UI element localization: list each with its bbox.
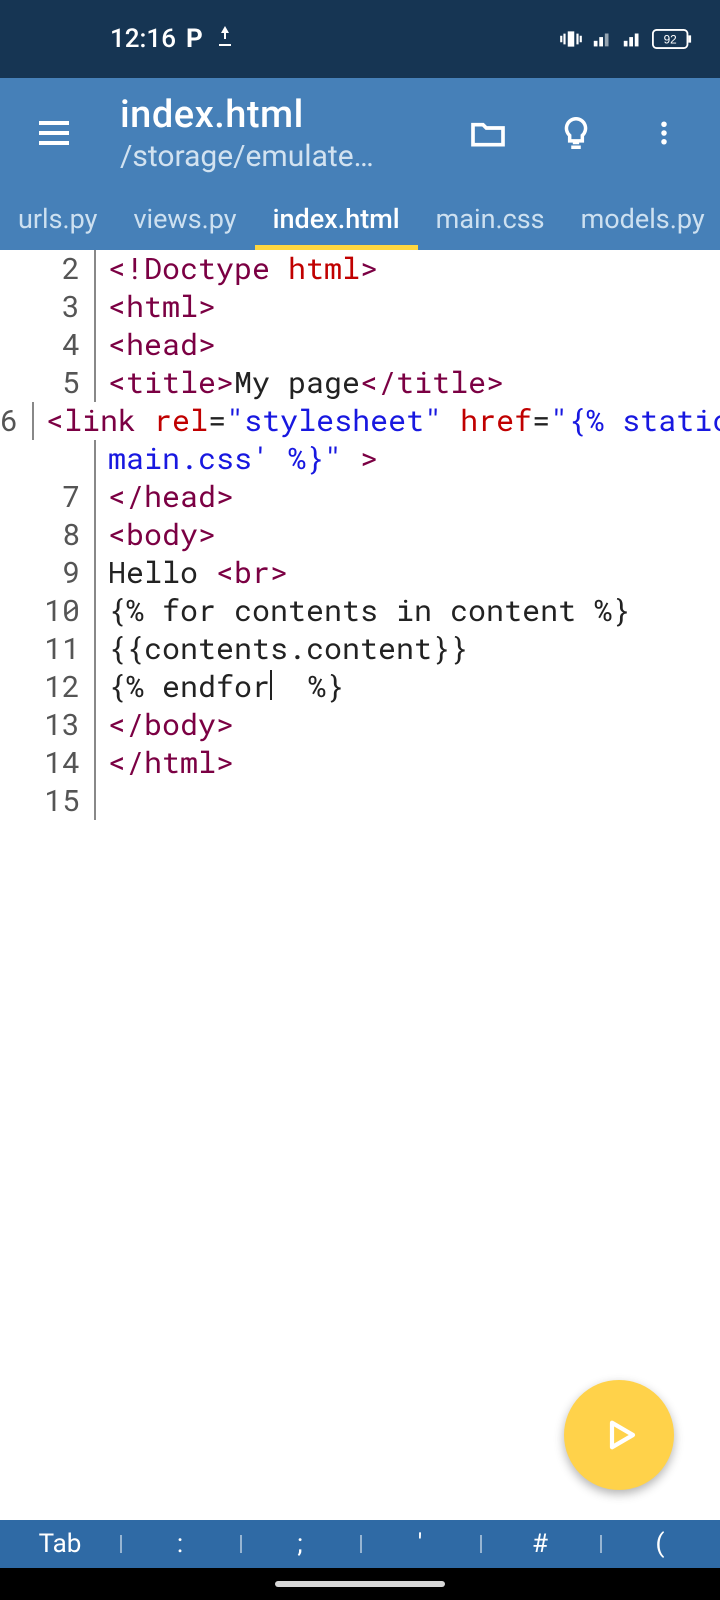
notif-icon: P: [186, 24, 203, 54]
battery-text: 92: [664, 33, 677, 47]
line-number: 9: [0, 554, 96, 592]
code-content[interactable]: [96, 782, 108, 820]
code-content[interactable]: <body>: [96, 516, 216, 554]
code-line[interactable]: 8<body>: [0, 516, 720, 554]
statusbar: 12:16 P 92: [0, 0, 720, 78]
code-line[interactable]: 2<!Doctype html>: [0, 250, 720, 288]
code-content[interactable]: <!Doctype html>: [96, 250, 378, 288]
line-number: 14: [0, 744, 96, 782]
line-number: 3: [0, 288, 96, 326]
tab-index-html[interactable]: index.html: [255, 188, 418, 250]
signal-icon-1: [592, 28, 614, 50]
line-number: 2: [0, 250, 96, 288]
more-button[interactable]: [640, 109, 688, 157]
line-number: 4: [0, 326, 96, 364]
code-content[interactable]: main.css' %}" >: [96, 440, 378, 478]
code-content[interactable]: </head>: [96, 478, 234, 516]
folder-button[interactable]: [464, 109, 512, 157]
line-number: [0, 440, 96, 478]
file-path: /storage/emulate…: [120, 139, 464, 174]
key-tab[interactable]: Tab: [0, 1529, 120, 1559]
symbol-keyrow: Tab:;'#(: [0, 1520, 720, 1568]
tab-views-py[interactable]: views.py: [115, 188, 254, 250]
line-number: 12: [0, 668, 96, 706]
code-line[interactable]: 9Hello <br>: [0, 554, 720, 592]
file-title: index.html: [120, 93, 464, 137]
code-line[interactable]: 3<html>: [0, 288, 720, 326]
code-line[interactable]: 5<title>My page</title>: [0, 364, 720, 402]
key-'[interactable]: ': [360, 1529, 480, 1559]
nav-pill[interactable]: [275, 1581, 445, 1587]
line-number: 11: [0, 630, 96, 668]
line-number: 5: [0, 364, 96, 402]
appbar-actions: [464, 109, 688, 157]
code-content[interactable]: {{contents.content}}: [96, 630, 468, 668]
bulb-button[interactable]: [552, 109, 600, 157]
tab-main-css[interactable]: main.css: [418, 188, 563, 250]
statusbar-left: 12:16 P: [110, 24, 237, 55]
line-number: 10: [0, 592, 96, 630]
line-number: 6: [0, 402, 34, 440]
code-content[interactable]: {% for contents in content %}: [96, 592, 630, 630]
code-content[interactable]: </body>: [96, 706, 234, 744]
code-line[interactable]: main.css' %}" >: [0, 440, 720, 478]
appbar: index.html /storage/emulate…: [0, 78, 720, 188]
code-line[interactable]: 7</head>: [0, 478, 720, 516]
line-number: 7: [0, 478, 96, 516]
line-number: 8: [0, 516, 96, 554]
key-#[interactable]: #: [480, 1529, 600, 1559]
code-line[interactable]: 14</html>: [0, 744, 720, 782]
battery-icon: 92: [652, 29, 692, 49]
signal-icon-2: [622, 28, 644, 50]
key-:[interactable]: :: [120, 1529, 240, 1559]
menu-button[interactable]: [24, 103, 84, 163]
line-number: 13: [0, 706, 96, 744]
clock: 12:16: [110, 24, 176, 54]
run-button[interactable]: [564, 1380, 674, 1490]
code-line[interactable]: 4<head>: [0, 326, 720, 364]
code-line[interactable]: 10{% for contents in content %}: [0, 592, 720, 630]
code-editor[interactable]: 2<!Doctype html>3<html>4<head>5<title>My…: [0, 250, 720, 1520]
code-line[interactable]: 15: [0, 782, 720, 820]
line-number: 15: [0, 782, 96, 820]
code-content[interactable]: <html>: [96, 288, 216, 326]
key-([interactable]: (: [600, 1529, 720, 1559]
vibrate-icon: [558, 26, 584, 52]
code-content[interactable]: <title>My page</title>: [96, 364, 504, 402]
code-content[interactable]: <link rel="stylesheet" href="{% static '…: [34, 402, 720, 440]
tab-urls-py[interactable]: urls.py: [0, 188, 115, 250]
key-;[interactable]: ;: [240, 1529, 360, 1559]
code-content[interactable]: {% endfor %}: [96, 668, 344, 706]
tab-models-py[interactable]: models.py: [563, 188, 720, 250]
code-line[interactable]: 6<link rel="stylesheet" href="{% static …: [0, 402, 720, 440]
code-content[interactable]: <head>: [96, 326, 216, 364]
tab-bar: urls.pyviews.pyindex.htmlmain.cssmodels.…: [0, 188, 720, 250]
title-block: index.html /storage/emulate…: [120, 93, 464, 174]
code-content[interactable]: </html>: [96, 744, 234, 782]
statusbar-right: 92: [558, 26, 692, 52]
android-navbar: [0, 1568, 720, 1600]
code-line[interactable]: 13</body>: [0, 706, 720, 744]
code-line[interactable]: 12{% endfor %}: [0, 668, 720, 706]
code-line[interactable]: 11{{contents.content}}: [0, 630, 720, 668]
code-content[interactable]: Hello <br>: [96, 554, 288, 592]
notif-icon-2: [213, 24, 237, 55]
